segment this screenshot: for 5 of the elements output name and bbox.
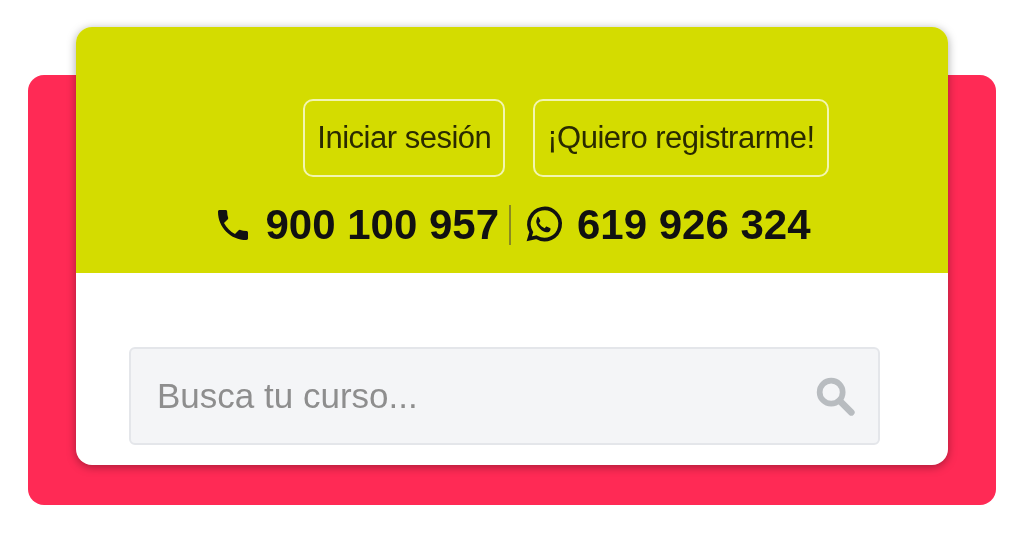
phone-number: 900 100 957 xyxy=(265,201,499,249)
login-button[interactable]: Iniciar sesión xyxy=(303,99,506,177)
phone-number: 619 926 324 xyxy=(577,201,811,249)
register-button[interactable]: ¡Quiero registrarme! xyxy=(533,99,829,177)
search-field[interactable]: Busca tu curso... xyxy=(129,347,880,445)
